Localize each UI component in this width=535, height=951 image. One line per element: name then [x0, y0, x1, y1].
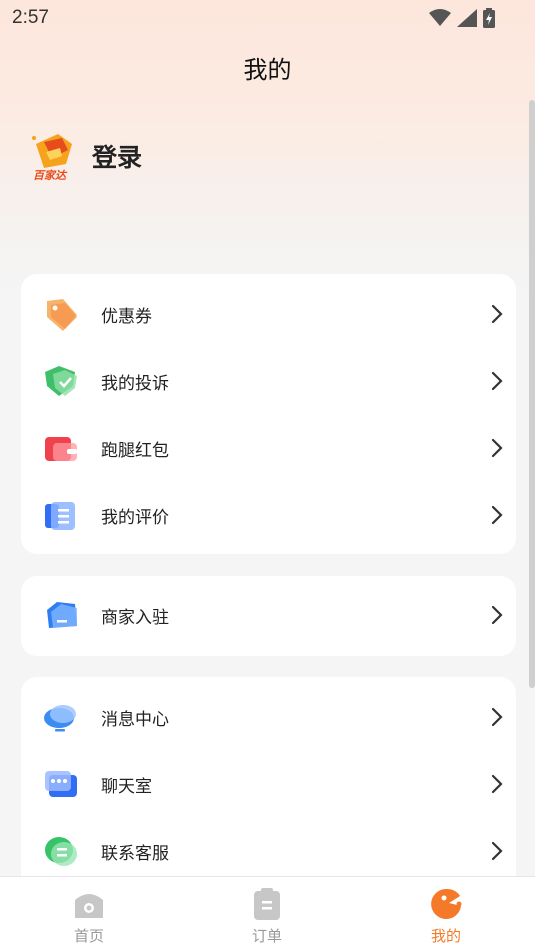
menu-item-label: 商家入驻: [101, 608, 169, 628]
battery-icon: [483, 8, 495, 28]
bottom-tab-bar: 首页 订单 我的: [0, 876, 535, 951]
status-time: 2:57: [12, 7, 49, 28]
menu-item-customer-service[interactable]: 联系客服: [21, 818, 516, 885]
menu-item-complaints[interactable]: 我的投诉: [21, 348, 516, 415]
chevron-right-icon: [491, 304, 503, 324]
menu-item-label: 聊天室: [101, 777, 152, 797]
chevron-right-icon: [491, 505, 503, 525]
app-logo: 百家达: [28, 130, 78, 182]
message-cloud-icon: [44, 705, 76, 732]
menu-item-red-packet[interactable]: 跑腿红包: [21, 415, 516, 482]
home-icon: [75, 894, 103, 918]
menu-item-coupon[interactable]: 优惠券: [21, 281, 516, 348]
menu-card-merchant: 商家入驻: [21, 576, 516, 656]
profile-section[interactable]: 百家达 登录: [28, 128, 142, 184]
customer-service-icon: [45, 837, 77, 866]
tab-label: 首页: [73, 927, 104, 945]
menu-item-chat-room[interactable]: 聊天室: [21, 751, 516, 818]
mine-icon: [431, 888, 462, 919]
menu-item-message-center[interactable]: 消息中心: [21, 684, 516, 751]
chevron-right-icon: [491, 707, 503, 727]
menu-item-label: 消息中心: [101, 710, 169, 730]
chevron-right-icon: [491, 605, 503, 625]
menu-item-label: 我的投诉: [101, 374, 169, 394]
page-title: 我的: [243, 56, 292, 84]
menu-item-label: 我的评价: [101, 508, 169, 528]
menu-item-label: 跑腿红包: [101, 441, 169, 461]
chevron-right-icon: [491, 841, 503, 861]
status-icons: [429, 8, 495, 28]
login-link[interactable]: 登录: [92, 138, 142, 174]
menu-item-label: 优惠券: [101, 307, 152, 327]
merchant-icon: [47, 602, 77, 628]
app-logo-icon: 百家达: [32, 134, 72, 182]
chat-icon: [45, 771, 77, 797]
tab-label: 我的: [430, 927, 461, 945]
scrollbar[interactable]: [529, 100, 535, 688]
order-icon: [254, 888, 280, 920]
coupon-icon: [47, 299, 77, 331]
tab-label: 订单: [251, 927, 282, 945]
status-bar: 2:57: [0, 0, 535, 36]
chevron-right-icon: [491, 438, 503, 458]
red-packet-icon: [45, 437, 77, 461]
wifi-icon: [429, 9, 451, 26]
review-icon: [45, 502, 75, 530]
chevron-right-icon: [491, 371, 503, 391]
menu-item-label: 联系客服: [101, 844, 169, 864]
menu-item-reviews[interactable]: 我的评价: [21, 482, 516, 549]
logo-text: 百家达: [33, 169, 68, 182]
chevron-right-icon: [491, 774, 503, 794]
tab-mine[interactable]: 我的: [386, 877, 506, 951]
menu-card-account: 优惠券 我的投诉 跑腿红包 我的评价: [21, 274, 516, 554]
menu-item-merchant-join[interactable]: 商家入驻: [21, 582, 516, 649]
complaint-shield-icon: [45, 366, 77, 396]
cellular-signal-icon: [457, 9, 477, 27]
tab-home[interactable]: 首页: [29, 877, 149, 951]
tab-orders[interactable]: 订单: [207, 877, 327, 951]
menu-card-service: 消息中心 聊天室 联系客服: [21, 677, 516, 897]
